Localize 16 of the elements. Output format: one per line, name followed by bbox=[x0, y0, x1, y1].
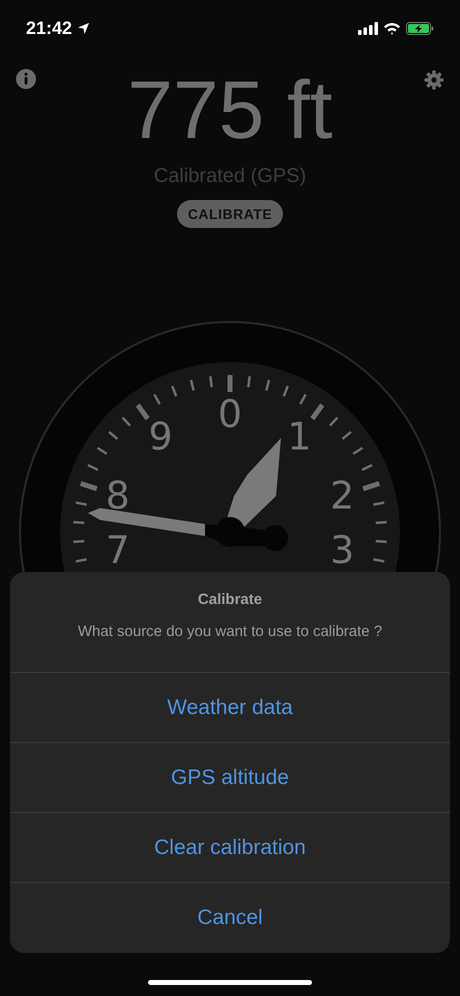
dial-number: 1 bbox=[287, 414, 312, 459]
dial-number: 8 bbox=[106, 474, 130, 518]
sheet-action[interactable]: Clear calibration bbox=[10, 813, 450, 883]
altitude-reading: 775 ft bbox=[127, 69, 333, 153]
dial-number: 0 bbox=[218, 392, 242, 436]
status-time: 21:42 bbox=[26, 18, 72, 38]
sheet-action[interactable]: Weather data bbox=[10, 673, 450, 743]
dial-number: 3 bbox=[330, 528, 354, 572]
calibrate-button[interactable]: CALIBRATE bbox=[176, 200, 284, 228]
sheet-action[interactable]: Cancel bbox=[10, 883, 450, 953]
sheet-title: Calibrate bbox=[198, 591, 262, 608]
dial-number: 9 bbox=[148, 414, 173, 459]
sheet-action[interactable]: GPS altitude bbox=[10, 743, 450, 813]
dial-number: 2 bbox=[330, 474, 354, 518]
dial-number: 7 bbox=[106, 528, 130, 572]
sheet-message: What source do you want to use to calibrate ? bbox=[78, 623, 382, 640]
